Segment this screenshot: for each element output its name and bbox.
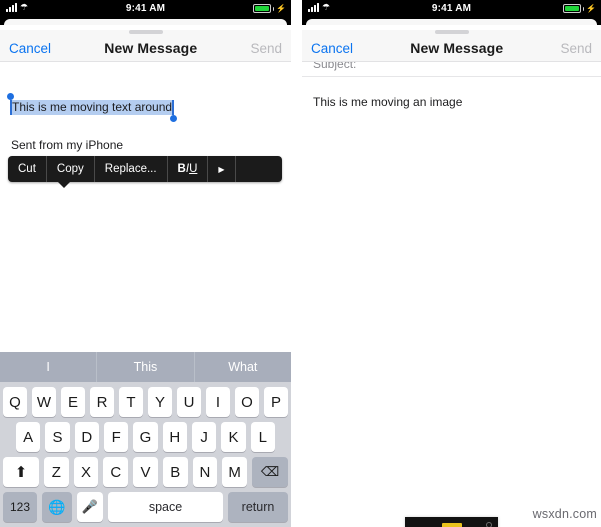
sheet-top-gap-left xyxy=(0,19,291,25)
keyboard-row-2: A S D F G H J K L xyxy=(0,417,291,452)
key-o[interactable]: O xyxy=(235,387,259,417)
key-l[interactable]: L xyxy=(250,422,275,452)
keyboard-row-1: Q W E R T Y U I O P xyxy=(0,382,291,417)
key-q[interactable]: Q xyxy=(3,387,27,417)
cancel-button[interactable]: Cancel xyxy=(311,41,353,56)
return-key[interactable]: return xyxy=(228,492,288,522)
phone-screen-right: ☂ 9:41 AM ⚡ Cancel New Message Send Subj… xyxy=(302,0,601,527)
status-bar-time: 9:41 AM xyxy=(431,3,472,14)
key-i[interactable]: I xyxy=(206,387,230,417)
keyboard-row-4: 123 🌐 🎤 space return xyxy=(0,487,291,527)
cancel-button[interactable]: Cancel xyxy=(9,41,51,56)
key-u[interactable]: U xyxy=(177,387,201,417)
compose-body-right: Subject: This is me moving an image xyxy=(302,62,601,527)
selection-caret-end xyxy=(172,100,175,115)
thumbnail-search-icon xyxy=(486,522,492,527)
subject-label: Subject: xyxy=(313,62,357,71)
key-z[interactable]: Z xyxy=(43,457,69,487)
key-t[interactable]: T xyxy=(119,387,143,417)
thumbnail-accent-pill xyxy=(441,523,462,527)
underline-label: U xyxy=(189,163,198,175)
lightning-bolt-icon: ⚡ xyxy=(586,3,596,13)
key-j[interactable]: J xyxy=(191,422,217,452)
keyboard-row-3: ⬆ Z X C V B N M ⌫ xyxy=(0,452,291,487)
menu-item-cut[interactable]: Cut xyxy=(8,156,47,182)
prediction-3[interactable]: What xyxy=(195,352,291,382)
battery-icon xyxy=(562,4,581,13)
callout-tail xyxy=(58,182,70,188)
key-r[interactable]: R xyxy=(90,387,114,417)
key-a[interactable]: A xyxy=(16,422,41,452)
key-g[interactable]: G xyxy=(133,422,158,452)
status-bar-left: ☂ 9:41 AM ⚡ xyxy=(0,0,291,19)
prediction-2[interactable]: This xyxy=(97,352,195,382)
selected-text[interactable]: This is me moving text around xyxy=(7,93,178,122)
shift-arrow-icon: ⬆ xyxy=(14,463,28,481)
predictive-text-bar: I This What xyxy=(0,352,291,382)
key-m[interactable]: M xyxy=(222,457,248,487)
key-v[interactable]: V xyxy=(133,457,158,487)
globe-icon: 🌐 xyxy=(48,498,66,515)
phone-screen-left: ☂ 9:41 AM ⚡ Cancel New Message Send Cut xyxy=(0,0,291,527)
key-s[interactable]: S xyxy=(45,422,70,452)
microphone-icon: 🎤 xyxy=(81,499,99,514)
key-c[interactable]: C xyxy=(103,457,129,487)
send-button[interactable]: Send xyxy=(560,41,592,56)
prediction-1[interactable]: I xyxy=(0,352,98,382)
status-bar-right-icons: ⚡ xyxy=(252,3,286,13)
screenshot-stage: ☂ 9:41 AM ⚡ Cancel New Message Send Cut xyxy=(0,0,601,527)
message-body-editor[interactable]: This is me moving text around xyxy=(0,93,291,122)
compose-sheet-right xyxy=(306,19,597,25)
battery-cap xyxy=(272,6,275,11)
message-body-text[interactable]: This is me moving an image xyxy=(302,77,601,110)
email-signature: Sent from my iPhone xyxy=(11,138,124,152)
key-e[interactable]: E xyxy=(61,387,85,417)
numbers-key[interactable]: 123 xyxy=(3,492,37,522)
thumbnail-status-bar xyxy=(405,517,498,527)
compose-sheet-header-left: Cancel New Message Send xyxy=(0,30,291,62)
lightning-bolt-icon: ⚡ xyxy=(276,3,286,13)
delete-backspace-icon: ⌫ xyxy=(260,464,280,479)
status-bar-right-icons: ⚡ xyxy=(562,3,596,13)
battery-icon xyxy=(252,4,271,13)
key-f[interactable]: F xyxy=(104,422,129,452)
menu-item-text-style[interactable]: BIU xyxy=(168,156,209,182)
shift-key[interactable]: ⬆ xyxy=(2,457,39,487)
key-p[interactable]: P xyxy=(264,387,288,417)
battery-cap xyxy=(582,6,585,11)
key-k[interactable]: K xyxy=(221,422,246,452)
menu-item-replace[interactable]: Replace... xyxy=(95,156,168,182)
space-key[interactable]: space xyxy=(108,492,223,522)
menu-more-arrow-icon[interactable]: ▶ xyxy=(208,156,236,182)
menu-item-copy[interactable]: Copy xyxy=(47,156,95,182)
keyboard-switch-key[interactable]: 🌐 xyxy=(42,492,72,522)
page-title: New Message xyxy=(104,40,198,56)
nav-bar-left: Cancel New Message Send xyxy=(0,34,291,62)
onscreen-keyboard: I This What Q W E R T Y U I O P A S D F xyxy=(0,352,291,527)
nav-bar-right: Cancel New Message Send xyxy=(302,34,601,62)
subject-field-row[interactable]: Subject: xyxy=(302,62,601,76)
sheet-top-gap-right xyxy=(302,19,601,25)
page-title: New Message xyxy=(410,40,504,56)
compose-sheet-header-right: Cancel New Message Send xyxy=(302,30,601,62)
compose-sheet-left xyxy=(4,19,287,25)
key-b[interactable]: B xyxy=(162,457,188,487)
text-edit-callout-menu: Cut Copy Replace... BIU ▶ xyxy=(8,156,282,188)
key-x[interactable]: X xyxy=(73,457,99,487)
status-bar-right: ☂ 9:41 AM ⚡ xyxy=(302,0,601,19)
key-d[interactable]: D xyxy=(74,422,99,452)
dictation-key[interactable]: 🎤 xyxy=(77,492,103,522)
selection-caret-start xyxy=(10,100,12,115)
dragged-image-thumbnail[interactable] xyxy=(405,517,498,527)
selection-handle-start[interactable] xyxy=(7,93,14,100)
send-button[interactable]: Send xyxy=(250,41,282,56)
key-w[interactable]: W xyxy=(32,387,56,417)
key-y[interactable]: Y xyxy=(148,387,172,417)
status-bar-time: 9:41 AM xyxy=(125,3,166,14)
delete-key[interactable]: ⌫ xyxy=(252,457,289,487)
key-n[interactable]: N xyxy=(192,457,218,487)
key-h[interactable]: H xyxy=(162,422,187,452)
watermark: wsxdn.com xyxy=(532,507,597,521)
bold-label: B xyxy=(177,163,186,175)
